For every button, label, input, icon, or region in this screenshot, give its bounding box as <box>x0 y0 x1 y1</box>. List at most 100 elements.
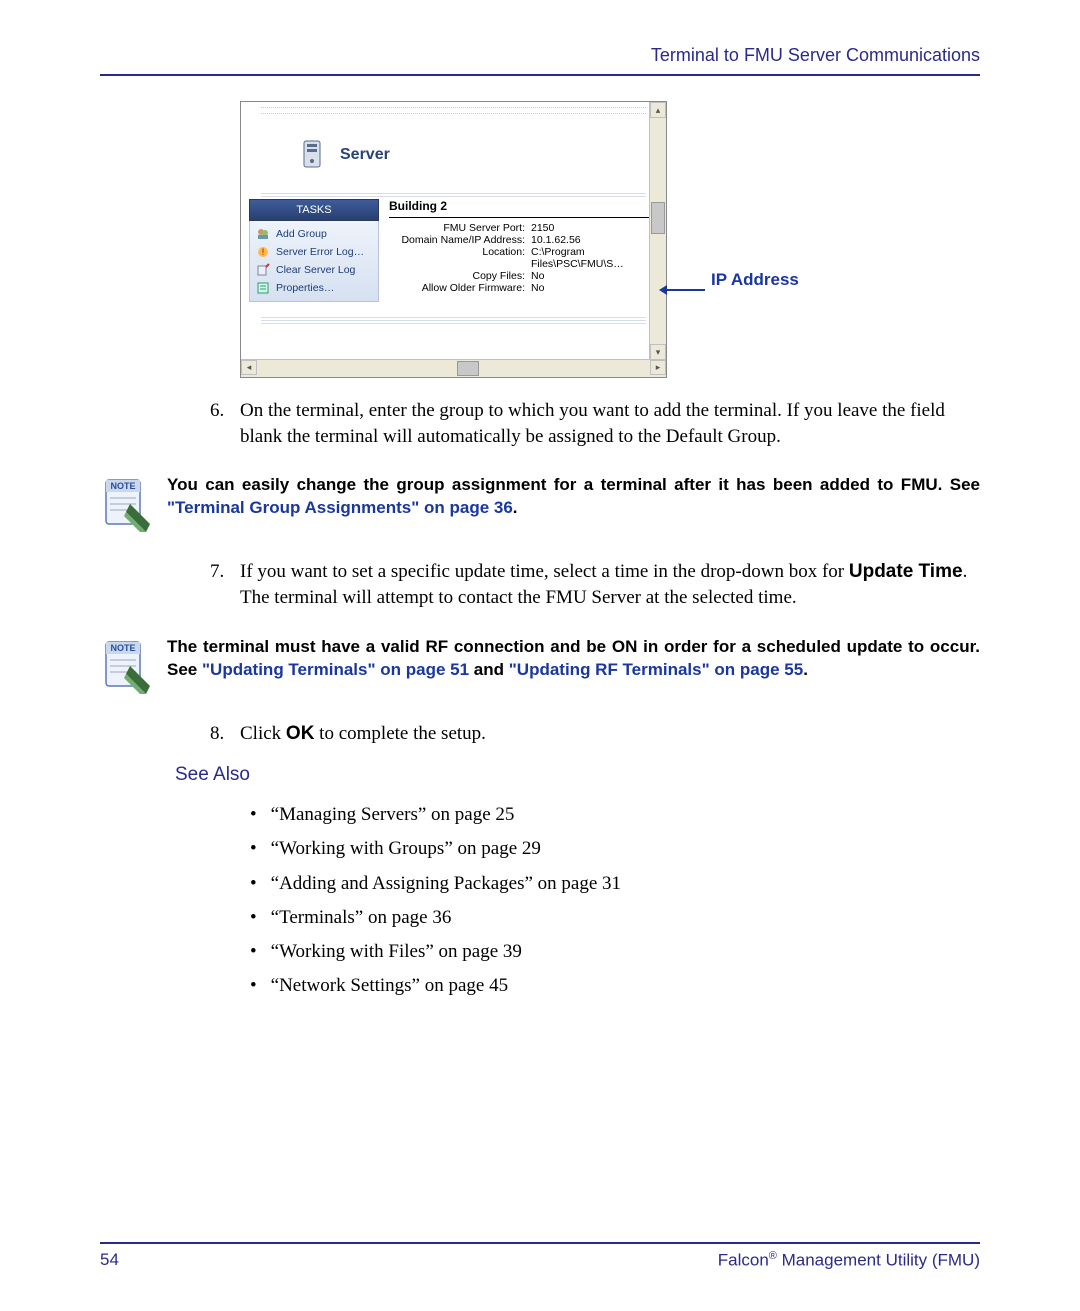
footer-rule <box>100 1242 980 1244</box>
tasks-list: Add Group ! Server Error Log… Clear Serv… <box>249 221 379 302</box>
kv-val: 2150 <box>531 222 656 234</box>
step-text: If you want to set a specific update tim… <box>240 559 980 610</box>
kv-val: 10.1.62.56 <box>531 234 656 246</box>
tasks-panel: TASKS Add Group ! Server Error Log… Cl <box>249 199 379 302</box>
link-updating-terminals[interactable]: "Updating Terminals" on page 51 <box>202 660 469 679</box>
bullet-icon: • <box>250 832 257 866</box>
step-8: 8. Click OK to complete the setup. <box>210 721 980 747</box>
product-name: Falcon® Management Utility (FMU) <box>718 1250 980 1271</box>
list-item: • “Adding and Assigning Packages” on page… <box>250 867 980 901</box>
kv-server-port: FMU Server Port: 2150 <box>389 222 666 234</box>
server-screenshot: Server TASKS Add Group ! Server Error Lo… <box>240 101 667 378</box>
task-clear-server-log[interactable]: Clear Server Log <box>250 261 378 279</box>
page-header-title: Terminal to FMU Server Communications <box>100 45 980 66</box>
list-item: • “Working with Groups” on page 29 <box>250 832 980 866</box>
task-label: Properties… <box>276 282 334 294</box>
see-also-link[interactable]: “Terminals” on page 36 <box>271 901 452 935</box>
task-label: Clear Server Log <box>276 264 355 276</box>
list-item: • “Terminals” on page 36 <box>250 901 980 935</box>
task-label: Add Group <box>276 228 327 240</box>
clear-log-icon <box>256 263 270 277</box>
product-name-part: Management Utility (FMU) <box>777 1251 980 1270</box>
step-text-part: to complete the setup. <box>314 723 485 744</box>
step-text: Click OK to complete the setup. <box>240 721 980 747</box>
kv-ip-address: Domain Name/IP Address: 10.1.62.56 <box>389 234 666 246</box>
scroll-up-icon[interactable]: ▴ <box>650 102 666 118</box>
kv-val: No <box>531 282 656 294</box>
vertical-scrollbar[interactable]: ▴ ▾ <box>649 102 666 360</box>
scroll-left-icon[interactable]: ◂ <box>241 360 257 375</box>
callout-arrow <box>665 289 705 291</box>
server-title: Server <box>340 146 390 164</box>
see-also-link[interactable]: “Working with Files” on page 39 <box>271 935 522 969</box>
note-icon: NOTE <box>100 636 152 696</box>
see-also-link[interactable]: “Working with Groups” on page 29 <box>271 832 541 866</box>
kv-location: Location: C:\Program Files\PSC\FMU\S… <box>389 246 666 270</box>
scroll-thumb[interactable] <box>651 202 665 234</box>
link-terminal-group-assignments[interactable]: "Terminal Group Assignments" on page 36 <box>167 498 513 517</box>
kv-val: No <box>531 270 656 282</box>
kv-key: Allow Older Firmware: <box>389 282 525 294</box>
see-also-link[interactable]: “Adding and Assigning Packages” on page … <box>271 867 621 901</box>
svg-text:!: ! <box>262 247 265 257</box>
kv-key: Location: <box>389 246 525 270</box>
kv-key: Domain Name/IP Address: <box>389 234 525 246</box>
registered-icon: ® <box>769 1250 777 1262</box>
note-text: You can easily change the group assignme… <box>167 474 980 520</box>
note-icon: NOTE <box>100 474 152 534</box>
tasks-header: TASKS <box>249 199 379 221</box>
list-item: • “Working with Files” on page 39 <box>250 935 980 969</box>
link-updating-rf-terminals[interactable]: "Updating RF Terminals" on page 55 <box>509 660 803 679</box>
kv-allow-older-fw: Allow Older Firmware: No <box>389 282 666 294</box>
kv-key: FMU Server Port: <box>389 222 525 234</box>
step-number: 6. <box>210 398 240 449</box>
scroll-right-icon[interactable]: ▸ <box>650 360 666 375</box>
bullet-icon: • <box>250 798 257 832</box>
see-also-list: • “Managing Servers” on page 25 • “Working… <box>250 798 980 1003</box>
step-text-part: If you want to set a specific update tim… <box>240 561 849 582</box>
step-text: On the terminal, enter the group to whic… <box>240 398 980 449</box>
list-item: • “Managing Servers” on page 25 <box>250 798 980 832</box>
bullet-icon: • <box>250 867 257 901</box>
task-add-group[interactable]: Add Group <box>250 225 378 243</box>
note-part: . <box>513 498 518 517</box>
kv-copy-files: Copy Files: No <box>389 270 666 282</box>
step-text-part: Click <box>240 723 286 744</box>
server-header: Server <box>241 114 666 191</box>
bullet-icon: • <box>250 935 257 969</box>
user-group-icon <box>256 227 270 241</box>
step-number: 8. <box>210 721 240 747</box>
note-part: and <box>469 660 509 679</box>
note-1: NOTE You can easily change the group ass… <box>100 474 980 534</box>
scroll-thumb-h[interactable] <box>457 361 479 376</box>
server-details: Building 2 FMU Server Port: 2150 Domain … <box>379 199 666 302</box>
ip-address-callout: IP Address <box>711 270 799 290</box>
screenshot-row: Server TASKS Add Group ! Server Error Lo… <box>240 101 980 378</box>
update-time-label: Update Time <box>849 561 963 582</box>
step-7: 7. If you want to set a specific update … <box>210 559 980 610</box>
bullet-icon: • <box>250 969 257 1003</box>
kv-val: C:\Program Files\PSC\FMU\S… <box>531 246 656 270</box>
page-number: 54 <box>100 1250 119 1271</box>
task-server-error-log[interactable]: ! Server Error Log… <box>250 243 378 261</box>
horizontal-scrollbar[interactable]: ◂ ▸ <box>241 359 666 377</box>
bullet-icon: • <box>250 901 257 935</box>
task-label: Server Error Log… <box>276 246 364 258</box>
see-also-link[interactable]: “Managing Servers” on page 25 <box>271 798 515 832</box>
scroll-down-icon[interactable]: ▾ <box>650 344 666 360</box>
see-also-link[interactable]: “Network Settings” on page 45 <box>271 969 508 1003</box>
properties-icon <box>256 281 270 295</box>
svg-text:NOTE: NOTE <box>110 481 135 491</box>
header-rule <box>100 74 980 76</box>
list-item: • “Network Settings” on page 45 <box>250 969 980 1003</box>
note-part: . <box>803 660 808 679</box>
server-icon <box>301 139 325 171</box>
note-part: You can easily change the group assignme… <box>167 475 980 494</box>
note-2: NOTE The terminal must have a valid RF c… <box>100 636 980 696</box>
page-footer: 54 Falcon® Management Utility (FMU) <box>100 1242 980 1271</box>
kv-key: Copy Files: <box>389 270 525 282</box>
svg-text:NOTE: NOTE <box>110 643 135 653</box>
error-log-icon: ! <box>256 245 270 259</box>
note-text: The terminal must have a valid RF connec… <box>167 636 980 682</box>
task-properties[interactable]: Properties… <box>250 279 378 297</box>
